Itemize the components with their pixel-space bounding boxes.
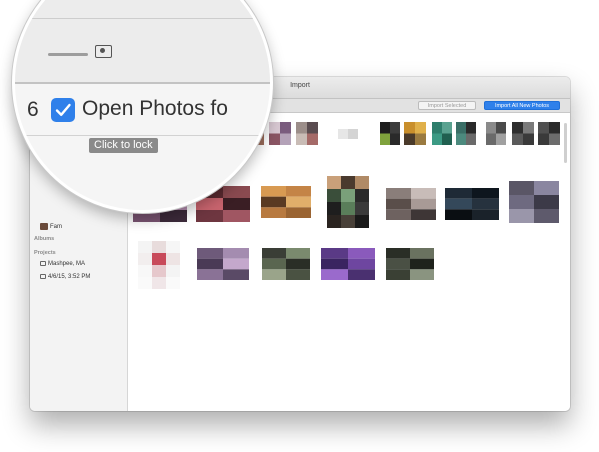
checkmark-icon: [55, 103, 71, 116]
project-label: Mashpee, MA: [48, 261, 86, 268]
photo-thumbnail[interactable]: [386, 248, 434, 280]
photo-thumbnail[interactable]: [338, 129, 358, 139]
tooltip: Click to lock: [89, 138, 158, 153]
thumbnail-size-slider[interactable]: [48, 53, 88, 56]
divider: [15, 135, 270, 136]
import-selected-button[interactable]: Import Selected: [418, 101, 476, 110]
photo-thumbnail[interactable]: [197, 248, 249, 280]
photo-thumbnail[interactable]: [327, 176, 369, 228]
open-photos-checkbox[interactable]: [51, 98, 75, 122]
sidebar-item-project[interactable]: Mashpee, MA: [40, 261, 85, 267]
zoomed-toolbar: [15, 0, 270, 83]
divider: [15, 18, 270, 19]
import-all-new-photos-button[interactable]: Import All New Photos: [484, 101, 560, 110]
photo-thumbnail[interactable]: [404, 122, 426, 145]
photo-thumbnail[interactable]: [321, 248, 375, 280]
photo-thumbnail[interactable]: [380, 122, 400, 145]
photo-thumbnail[interactable]: [386, 188, 436, 220]
sidebar-item-project[interactable]: 4/6/15, 3:52 PM: [40, 274, 90, 280]
photo-thumbnail[interactable]: [538, 122, 560, 145]
sidebar-item-family[interactable]: Fam: [50, 224, 62, 230]
photo-thumbnail[interactable]: [432, 122, 452, 145]
project-icon: [40, 274, 46, 279]
project-icon: [40, 261, 46, 266]
project-label: 4/6/15, 3:52 PM: [48, 274, 91, 281]
photo-thumbnail[interactable]: [262, 248, 310, 280]
photo-thumbnail[interactable]: [512, 122, 534, 145]
photo-icon: [95, 45, 112, 58]
photo-thumbnail[interactable]: [509, 181, 559, 223]
divider: [15, 82, 270, 84]
import-count: 6: [27, 98, 39, 121]
photo-thumbnail[interactable]: [445, 188, 499, 220]
scrollbar[interactable]: [564, 123, 567, 163]
open-photos-label: Open Photos fo: [82, 97, 228, 120]
photo-thumbnail[interactable]: [486, 122, 506, 145]
photo-thumbnail[interactable]: [456, 122, 476, 145]
photo-thumbnail[interactable]: [261, 186, 311, 218]
photo-thumbnail[interactable]: [296, 122, 318, 145]
photo-thumbnail[interactable]: [138, 241, 180, 289]
projects-header: Projects: [34, 250, 56, 256]
photo-thumbnail[interactable]: [269, 122, 291, 145]
family-album-icon: [40, 223, 48, 230]
albums-header: Albums: [34, 236, 55, 242]
